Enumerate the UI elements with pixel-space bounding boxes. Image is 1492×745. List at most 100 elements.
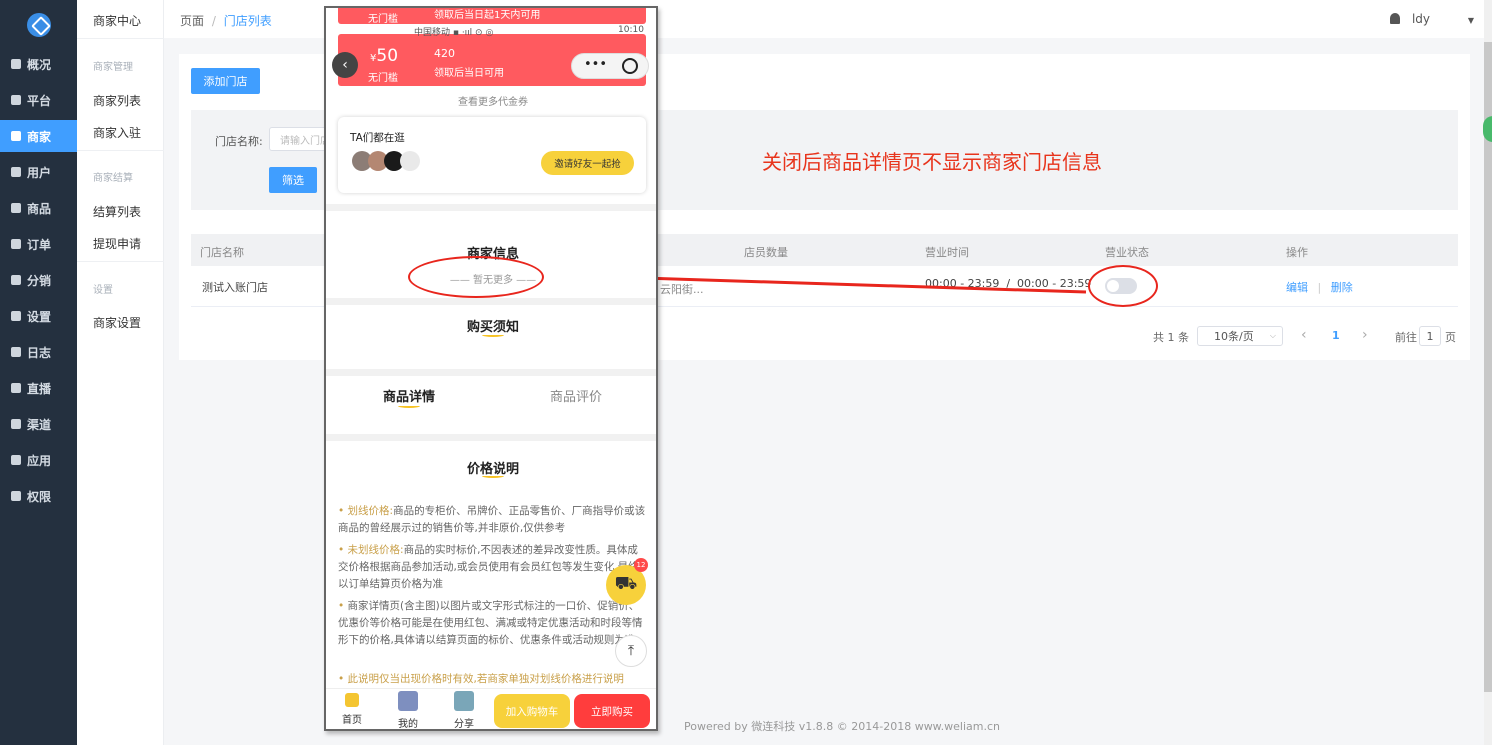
back-icon[interactable]: ‹ [332,52,358,78]
edit-link[interactable]: 编辑 [1286,281,1308,294]
subnav-group-label: 商家结算 [93,173,133,184]
sidebar-item-label: 商品 [27,201,52,216]
subnav-withdraw[interactable]: 提现申请 [93,235,141,252]
bottom-nav-share[interactable]: 分享 [449,691,479,730]
divider [326,434,656,441]
floating-widget-icon[interactable] [1483,116,1492,142]
profile-icon [398,691,418,711]
bottom-nav-home[interactable]: 首页 [337,693,367,726]
divider [326,204,656,211]
sidebar-item-label: 设置 [27,309,52,324]
back-to-top-button[interactable]: ⤒ [615,635,647,667]
goto-page-input[interactable]: 1 [1419,326,1441,346]
sidebar-item-label: 订单 [27,237,52,252]
sidebar-item-live[interactable]: 直播 [0,372,77,404]
column-header: 门店名称 [200,246,244,259]
coupon-type: 无门槛 [368,14,398,25]
subnav-merchant-join[interactable]: 商家入驻 [93,124,141,141]
sidebar-item-channel[interactable]: 渠道 [0,408,77,440]
tab-product-reviews[interactable]: 商品评价 [550,386,602,405]
channel-icon [11,419,21,429]
add-store-button[interactable]: 添加门店 [191,68,260,94]
bottom-nav-label: 分享 [454,719,474,730]
sidebar-item-user[interactable]: 用户 [0,156,77,188]
sidebar-item-settings[interactable]: 设置 [0,300,77,332]
friends-card: TA们都在逛 邀请好友一起抢 [338,117,646,193]
friends-title: TA们都在逛 [350,132,405,144]
share-icon [454,691,474,711]
annotation-oval-merchant-info [408,256,544,298]
coupon-rule: 领取后当日起1天内可用 [434,10,541,21]
user-menu[interactable]: ldy ▼ [1390,12,1474,26]
delete-link[interactable]: 删除 [1331,281,1353,294]
sidebar-item-overview[interactable]: 概况 [0,48,77,80]
bottom-nav-mine[interactable]: 我的 [393,691,423,729]
user-icon [1390,13,1401,24]
subnav-merchant-list[interactable]: 商家列表 [93,92,141,109]
status-bar-carrier: 中国移动 ▪ ‧ııl ⊙ ◎ [414,28,494,38]
sidebar-item-permission[interactable]: 权限 [0,480,77,512]
app-logo[interactable] [27,13,51,37]
more-coupons-link[interactable]: 查看更多代金券 [326,93,656,108]
sidebar-item-distribution[interactable]: 分销 [0,264,77,296]
prev-page-button[interactable]: ‹ [1301,327,1307,343]
apps-icon [11,455,21,465]
sidebar-item-merchant[interactable]: 商家 [0,120,77,152]
user-icon [11,167,21,177]
arrow-up-icon: ⤒ [627,643,635,659]
divider [326,298,656,305]
annotation-oval-toggle [1088,265,1158,307]
coupon-code: 420 [434,47,455,60]
divider [326,369,656,376]
desc-highlight: 划线价格: [347,505,394,517]
filter-button[interactable]: 筛选 [269,167,317,193]
sidebar-item-label: 应用 [27,453,52,468]
coupon-card-partial[interactable]: 无门槛 领取后当日起1天内可用 [338,8,646,25]
annotation-arrow-icon [594,268,1087,294]
invite-button[interactable]: 邀请好友一起抢 [541,151,634,175]
more-dots-icon[interactable]: ••• [584,57,607,72]
page-unit-label: 页 [1445,331,1456,344]
sidebar-item-log[interactable]: 日志 [0,336,77,368]
sidebar-item-platform[interactable]: 平台 [0,84,77,116]
desc-highlight: 未划线价格: [347,544,404,556]
title-underline [482,474,504,478]
page-number[interactable]: 1 [1332,329,1340,342]
subnav-title: 商家中心 [93,14,142,28]
add-to-cart-button[interactable]: 加入购物车 [494,694,570,728]
total-count: 共 1 条 [1153,331,1189,344]
sidebar-item-label: 权限 [27,489,52,504]
sidebar-item-goods[interactable]: 商品 [0,192,77,224]
next-page-button[interactable]: › [1362,327,1368,343]
divider [77,150,164,151]
capsule-menu[interactable]: ••• [571,53,649,79]
sidebar-item-order[interactable]: 订单 [0,228,77,260]
breadcrumb: 页面 / 门店列表 [180,12,272,29]
status-bar-time: 10:10 [618,25,644,35]
buy-now-button[interactable]: 立即购买 [574,694,650,728]
dashboard-icon [11,59,21,69]
column-header: 营业时间 [925,246,969,259]
goods-icon [11,203,21,213]
order-icon [11,239,21,249]
subnav-merchant-settings[interactable]: 商家设置 [93,314,141,331]
price-desc-item: • 商家详情页(含主图)以图片或文字形式标注的一口价、促销价、优惠价等价格可能是… [338,600,643,646]
sub-sidebar: 商家中心 商家管理 商家列表 商家入驻 商家结算 结算列表 提现申请 设置 商家… [77,0,164,745]
store-name-cell: 测试入账门店 [202,281,268,294]
shop-icon [11,131,21,141]
subnav-settle-list[interactable]: 结算列表 [93,203,141,220]
user-name: ldy [1411,12,1431,26]
breadcrumb-root[interactable]: 页面 [180,14,204,28]
page-scrollbar[interactable] [1484,0,1492,745]
log-icon [11,347,21,357]
sidebar-item-apps[interactable]: 应用 [0,444,77,476]
desc-highlight: 此说明仅当出现价格时有效,若商家单独对划线价格进行说明 [347,673,624,685]
monitor-icon [11,95,21,105]
page-size-select[interactable]: 10条/页 ⌵ [1197,326,1283,346]
tab-product-details[interactable]: 商品详情 [383,386,435,405]
coupon-rule: 领取后当日可用 [434,68,504,79]
goto-label: 前往 [1395,331,1417,344]
sidebar-item-label: 直播 [27,381,52,396]
live-icon [11,383,21,393]
close-miniapp-icon[interactable] [622,58,638,74]
